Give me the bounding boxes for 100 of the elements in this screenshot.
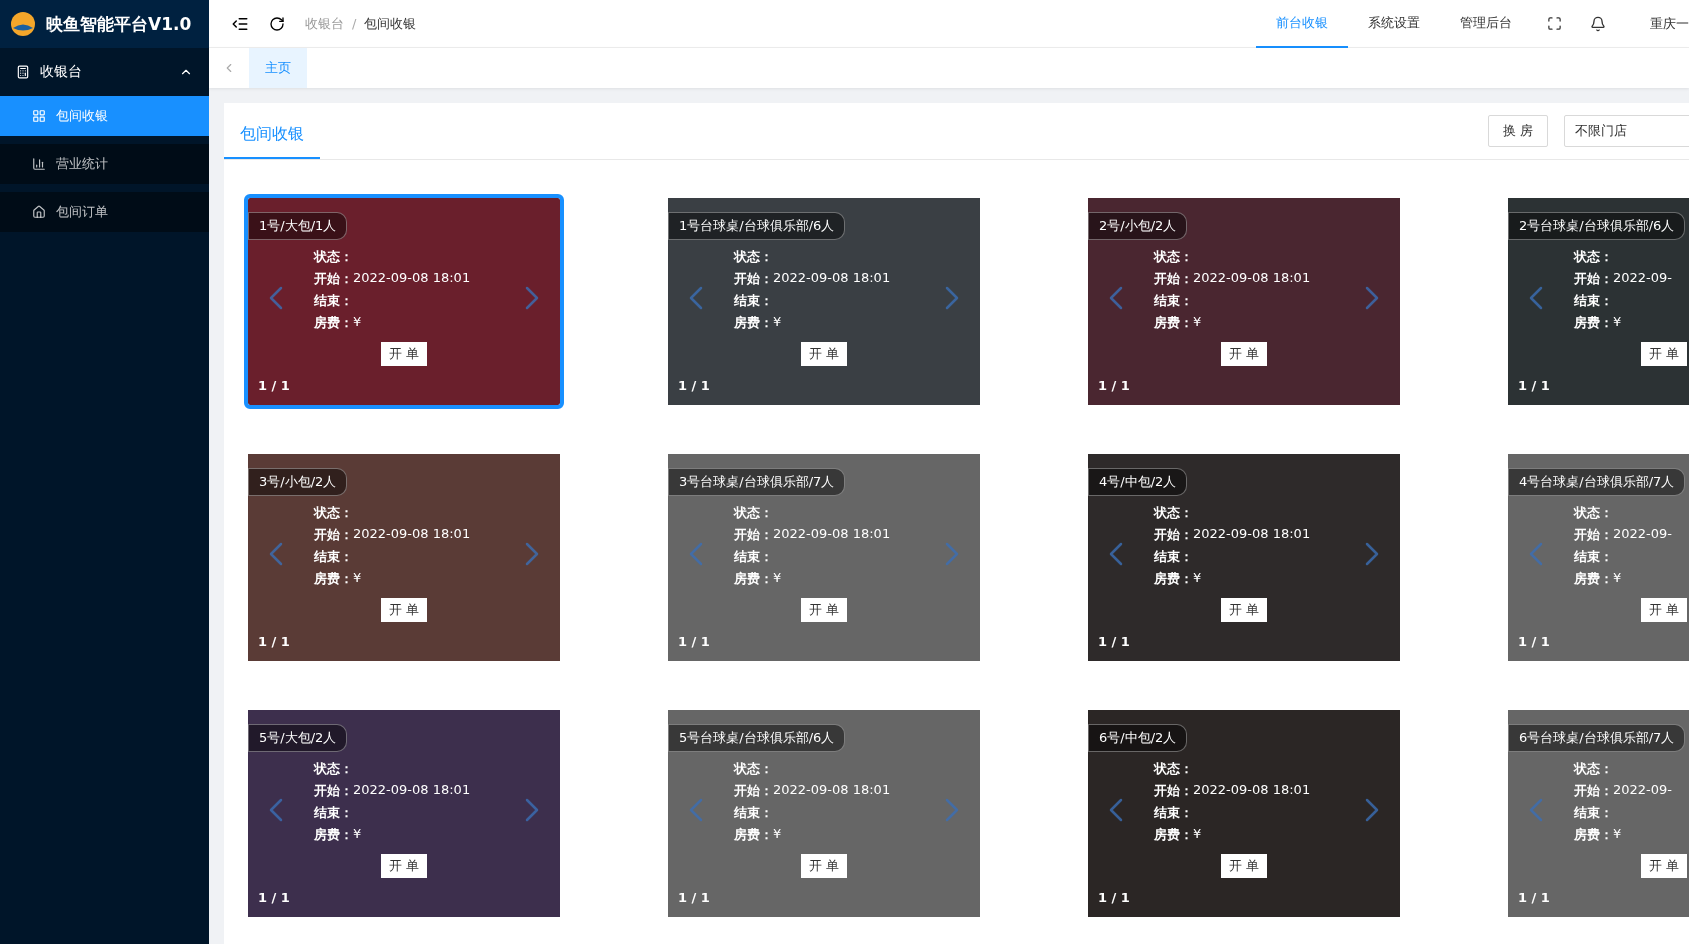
info-value: ¥	[1613, 314, 1623, 331]
room-card[interactable]: 1号台球桌/台球俱乐部/6人 状态： 开始：2022-09-08 18:01 结束： 房费：¥ 开 单 1 / 1	[668, 198, 980, 405]
room-title: 1号台球桌/台球俱乐部/6人	[668, 212, 846, 240]
slide-counter: 1 / 1	[1518, 634, 1550, 649]
info-label: 状态：	[1152, 760, 1193, 778]
open-order-button[interactable]: 开 单	[380, 342, 428, 366]
sidebar-group[interactable]: 收银台	[0, 48, 209, 96]
breadcrumb-link[interactable]: 包间收银	[364, 14, 417, 33]
info-label: 状态：	[312, 760, 353, 778]
open-order-button[interactable]: 开 单	[1640, 598, 1688, 622]
info-label: 房费：	[733, 826, 773, 844]
open-order-button[interactable]: 开 单	[380, 598, 428, 622]
info-label: 结束：	[1153, 804, 1193, 822]
room-card[interactable]: 3号台球桌/台球俱乐部/7人 状态： 开始：2022-09-08 18:01 结束： 房费：¥ 开 单 1 / 1	[668, 454, 980, 661]
home-icon	[32, 205, 46, 219]
slide-counter: 1 / 1	[678, 890, 710, 905]
room-card[interactable]: 4号台球桌/台球俱乐部/7人 状态： 开始：2022-09- 结束： 房费：¥ 开 单 1 / 1	[1508, 454, 1689, 661]
nav-tab[interactable]: 系统设置	[1348, 0, 1440, 48]
sidebar-item[interactable]: 营业统计	[0, 144, 209, 184]
info-value: 2022-09-08 18:01	[1193, 782, 1312, 799]
info-label: 房费：	[313, 314, 353, 332]
open-order-button[interactable]: 开 单	[800, 854, 848, 878]
info-label: 房费：	[1153, 570, 1193, 588]
info-value: 2022-09-08 18:01	[773, 782, 892, 799]
room-card[interactable]: 6号/中包/2人 状态： 开始：2022-09-08 18:01 结束： 房费：¥ 开 单 1 / 1	[1088, 710, 1400, 917]
calculator-icon	[16, 65, 30, 79]
info-label: 状态：	[312, 504, 353, 522]
open-order-button[interactable]: 开 单	[1220, 598, 1268, 622]
app-title: 映鱼智能平台V1.0	[46, 12, 192, 36]
room-card[interactable]: 6号台球桌/台球俱乐部/7人 状态： 开始：2022-09- 结束： 房费：¥ 开 单 1 / 1	[1508, 710, 1689, 917]
info-value: ¥	[353, 826, 363, 843]
info-label: 结束：	[1573, 804, 1613, 822]
room-title: 4号台球桌/台球俱乐部/7人	[1508, 468, 1686, 496]
info-label: 状态：	[1152, 248, 1193, 266]
slide-counter: 1 / 1	[1518, 890, 1550, 905]
info-label: 开始：	[313, 270, 353, 288]
room-card[interactable]: 5号台球桌/台球俱乐部/6人 状态： 开始：2022-09-08 18:01 结束： 房费：¥ 开 单 1 / 1	[668, 710, 980, 917]
room-title: 3号台球桌/台球俱乐部/7人	[668, 468, 846, 496]
room-title: 2号台球桌/台球俱乐部/6人	[1508, 212, 1686, 240]
info-label: 房费：	[1573, 570, 1613, 588]
open-order-button[interactable]: 开 单	[800, 598, 848, 622]
info-value: 2022-09-08 18:01	[773, 526, 892, 543]
info-label: 结束：	[1573, 548, 1613, 566]
info-label: 房费：	[313, 570, 353, 588]
info-label: 结束：	[1153, 292, 1193, 310]
info-value: ¥	[773, 314, 783, 331]
info-label: 房费：	[733, 570, 773, 588]
nav-tab[interactable]: 管理后台	[1440, 0, 1532, 48]
info-label: 开始：	[313, 782, 353, 800]
room-card[interactable]: 5号/大包/2人 状态： 开始：2022-09-08 18:01 结束： 房费：¥ 开 单 1 / 1	[248, 710, 560, 917]
info-value: ¥	[1613, 826, 1623, 843]
info-value: 2022-09-08 18:01	[1193, 526, 1312, 543]
info-label: 开始：	[733, 270, 773, 288]
info-label: 状态：	[732, 760, 773, 778]
info-label: 状态：	[1152, 504, 1193, 522]
info-label: 状态：	[1572, 760, 1613, 778]
room-title: 2号/小包/2人	[1088, 212, 1188, 240]
info-label: 房费：	[1153, 314, 1193, 332]
info-value: ¥	[773, 826, 783, 843]
slide-counter: 1 / 1	[1098, 378, 1130, 393]
info-label: 状态：	[732, 248, 773, 266]
slide-counter: 1 / 1	[678, 634, 710, 649]
store-select[interactable]: 不限门店	[1564, 115, 1689, 147]
room-card[interactable]: 3号/小包/2人 状态： 开始：2022-09-08 18:01 结束： 房费：¥ 开 单 1 / 1	[248, 454, 560, 661]
room-title: 6号台球桌/台球俱乐部/7人	[1508, 724, 1686, 752]
room-card[interactable]: 4号/中包/2人 状态： 开始：2022-09-08 18:01 结束： 房费：¥ 开 单 1 / 1	[1088, 454, 1400, 661]
info-label: 状态：	[732, 504, 773, 522]
info-label: 开始：	[1573, 526, 1613, 544]
info-label: 结束：	[1573, 292, 1613, 310]
info-label: 状态：	[312, 248, 353, 266]
open-order-button[interactable]: 开 单	[1640, 342, 1688, 366]
info-value: ¥	[1193, 314, 1203, 331]
room-card[interactable]: 2号台球桌/台球俱乐部/6人 状态： 开始：2022-09- 结束： 房费：¥ 开 单 1 / 1	[1508, 198, 1689, 405]
info-value: 2022-09-	[1613, 782, 1673, 799]
sidebar-item[interactable]: 包间订单	[0, 192, 209, 232]
open-order-button[interactable]: 开 单	[1640, 854, 1688, 878]
open-order-button[interactable]: 开 单	[1220, 854, 1268, 878]
open-order-button[interactable]: 开 单	[380, 854, 428, 878]
slide-counter: 1 / 1	[1098, 890, 1130, 905]
room-title: 1号/大包/1人	[248, 212, 348, 240]
info-label: 开始：	[1153, 270, 1193, 288]
user-name[interactable]: 重庆一	[1650, 14, 1689, 33]
chart-icon	[32, 157, 46, 171]
refresh-icon[interactable]	[269, 15, 285, 32]
info-label: 结束：	[313, 804, 353, 822]
open-order-button[interactable]: 开 单	[800, 342, 848, 366]
open-order-button[interactable]: 开 单	[1220, 342, 1268, 366]
info-label: 状态：	[1572, 248, 1613, 266]
info-value: 2022-09-	[1613, 270, 1673, 287]
fish-logo-icon	[10, 11, 36, 37]
info-label: 结束：	[313, 548, 353, 566]
info-label: 房费：	[1573, 314, 1613, 332]
swap-room-button[interactable]: 换 房	[1487, 115, 1548, 147]
breadcrumb-separator: /	[352, 16, 357, 31]
room-card[interactable]: 2号/小包/2人 状态： 开始：2022-09-08 18:01 结束： 房费：¥ 开 单 1 / 1	[1088, 198, 1400, 405]
room-title: 4号/中包/2人	[1088, 468, 1188, 496]
info-label: 开始：	[1153, 782, 1193, 800]
room-title: 5号台球桌/台球俱乐部/6人	[668, 724, 846, 752]
slide-counter: 1 / 1	[258, 634, 290, 649]
info-value: ¥	[1613, 570, 1623, 587]
